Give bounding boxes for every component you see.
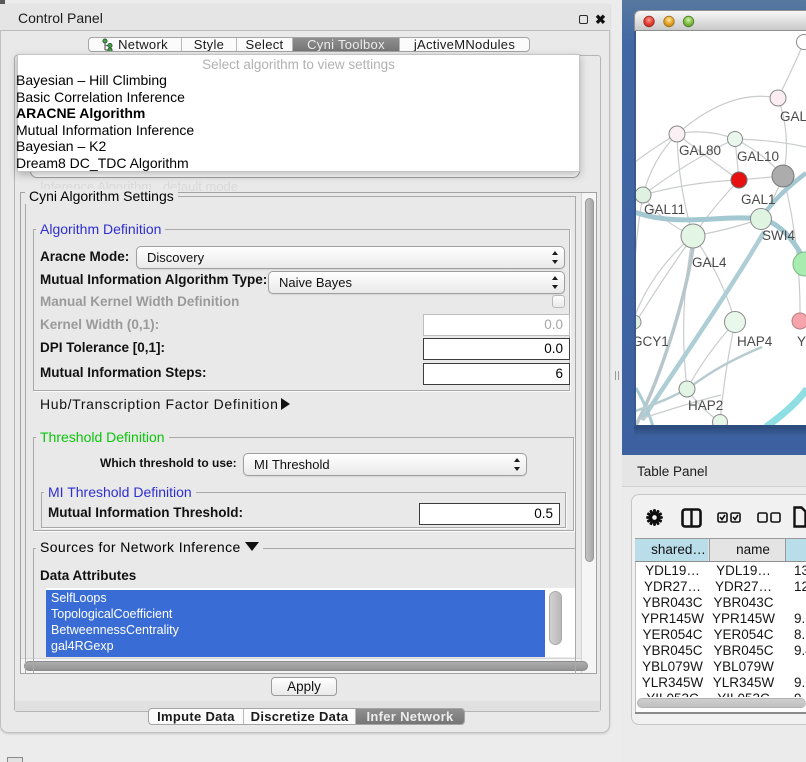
- svg-text:GAL1: GAL1: [741, 192, 776, 207]
- svg-text:GAL10: GAL10: [737, 149, 779, 164]
- svg-text:GAL80: GAL80: [679, 143, 721, 158]
- svg-text:HAP2: HAP2: [688, 398, 723, 413]
- svg-text:GCY1: GCY1: [636, 334, 669, 349]
- svg-text:SWI4: SWI4: [762, 228, 795, 243]
- svg-text:Y: Y: [797, 334, 806, 349]
- svg-text:GAL7: GAL7: [780, 109, 806, 124]
- svg-text:HAP4: HAP4: [737, 334, 773, 349]
- svg-text:GAL4: GAL4: [692, 255, 727, 270]
- svg-text:GAL11: GAL11: [644, 202, 685, 217]
